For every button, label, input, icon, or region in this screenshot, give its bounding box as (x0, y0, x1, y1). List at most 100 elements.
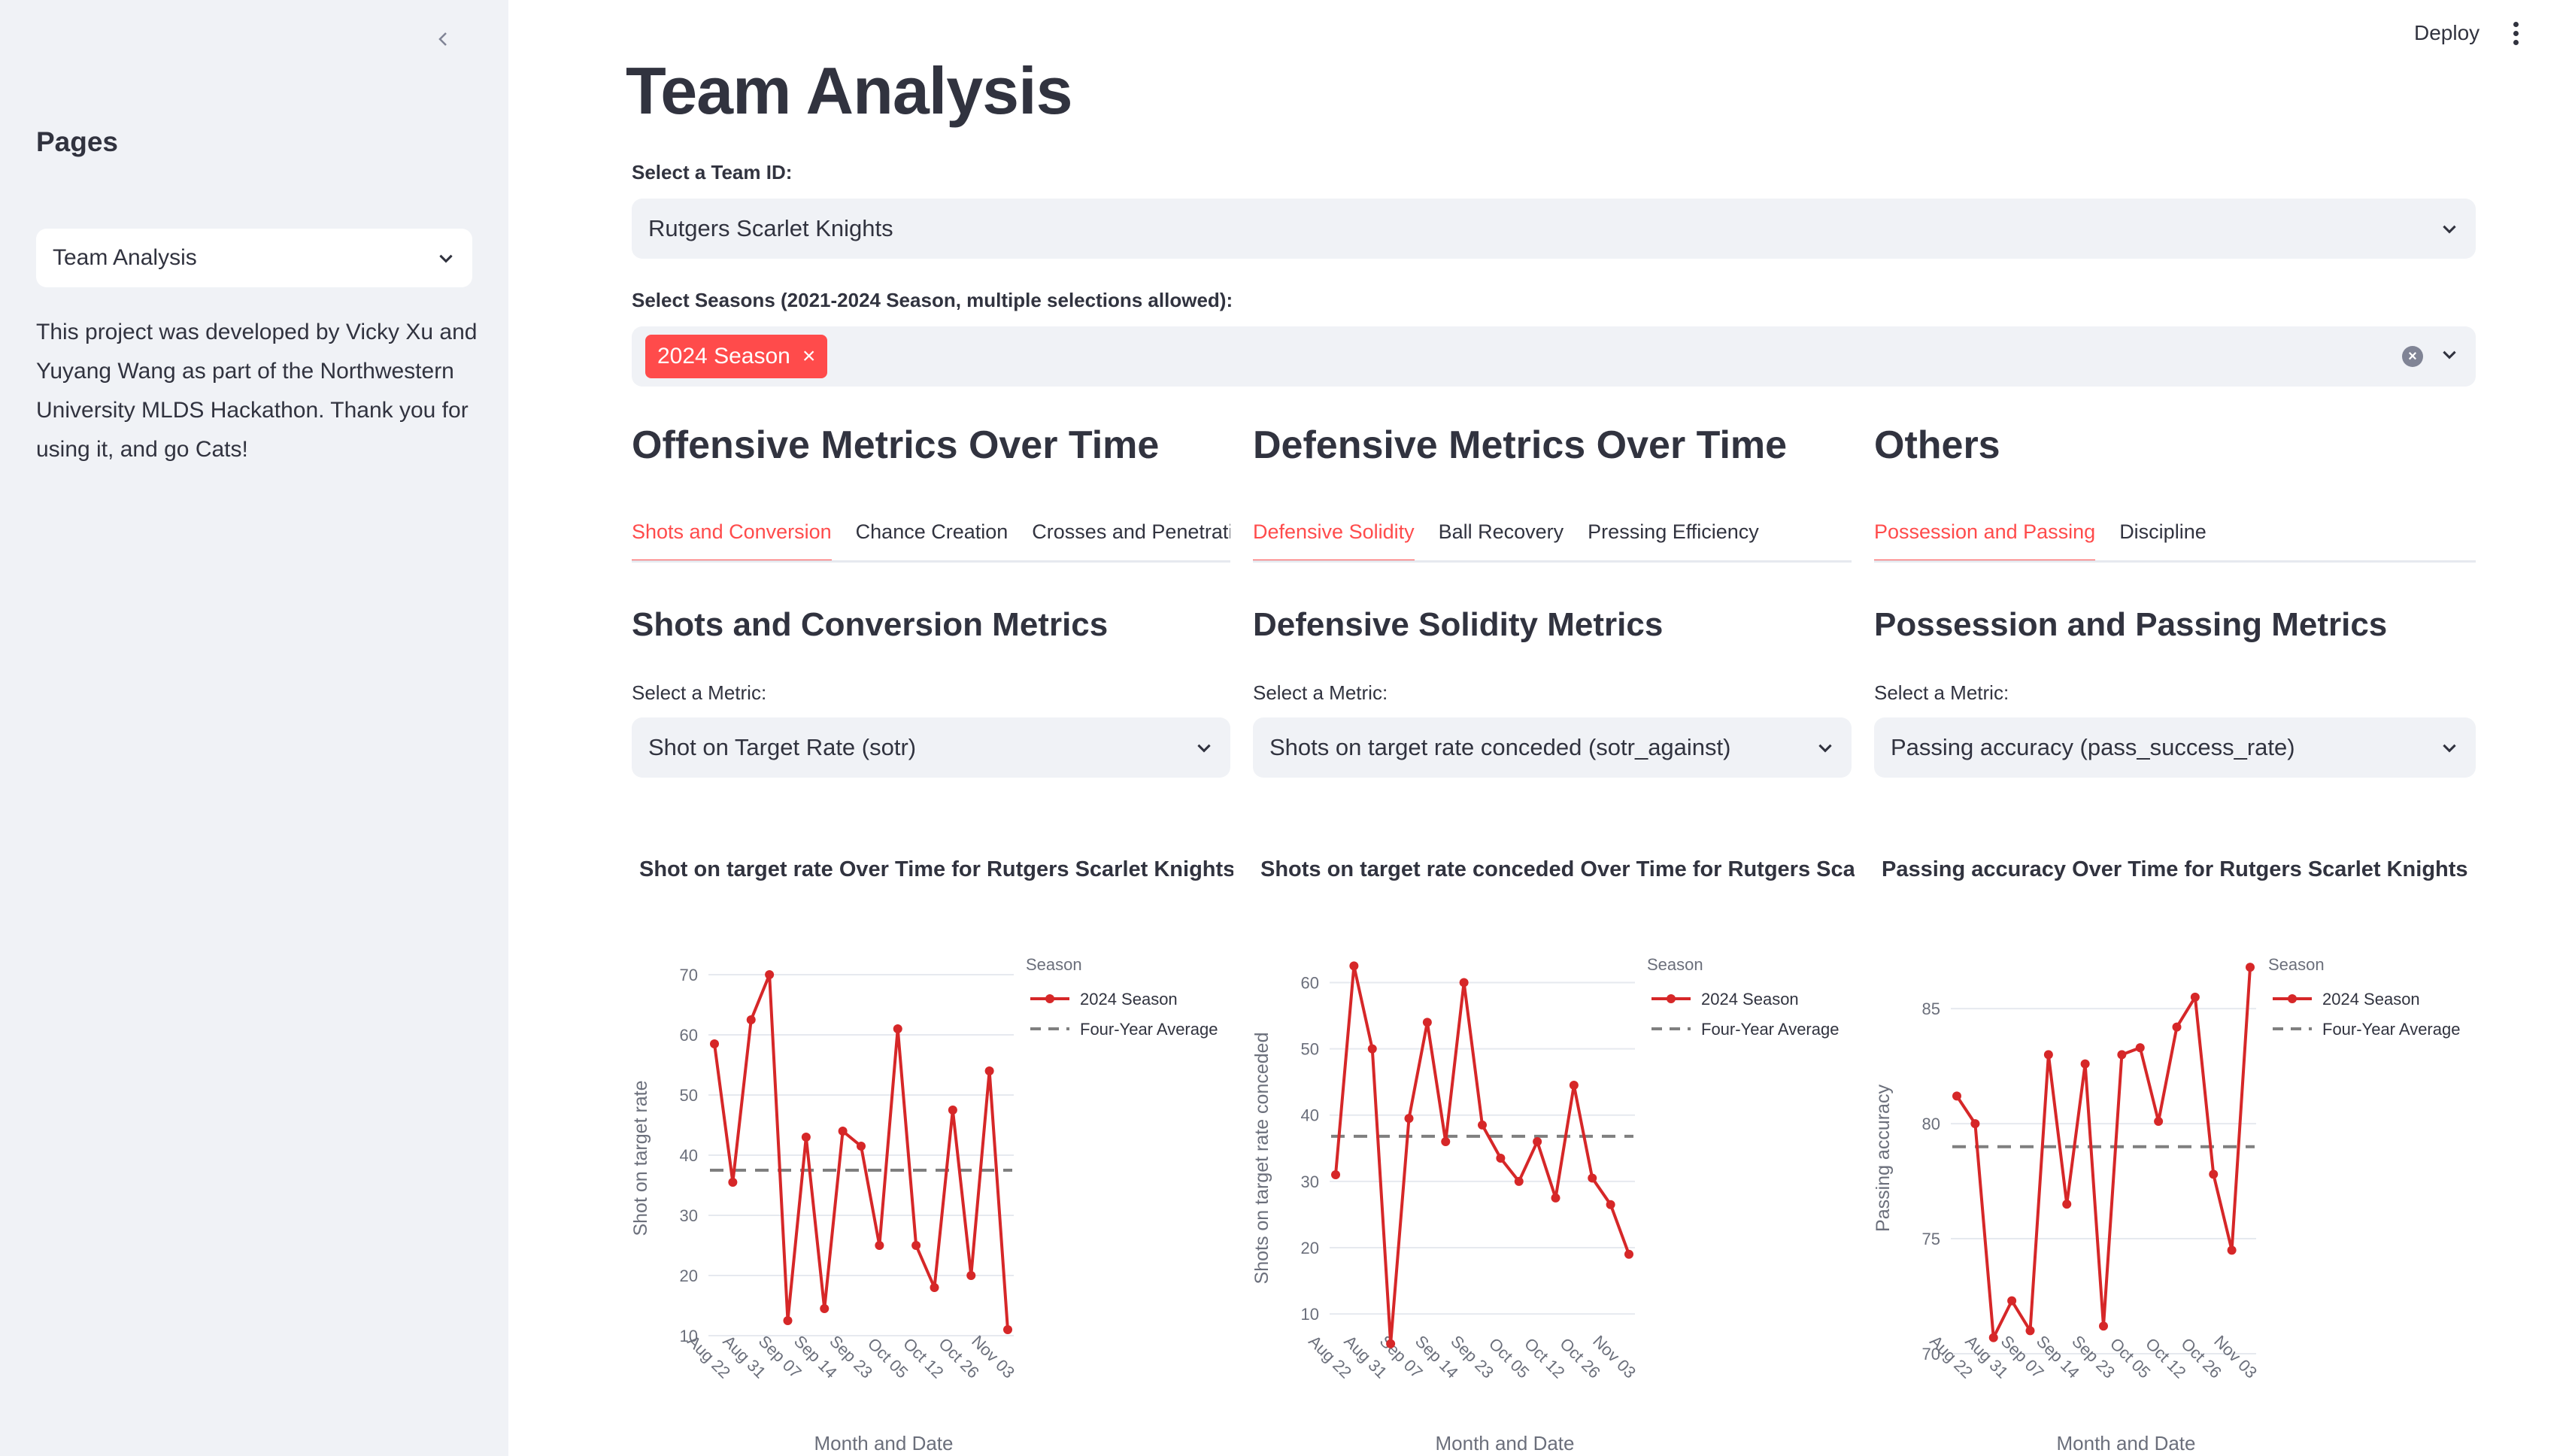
data-point (2062, 1200, 2072, 1209)
data-point (1551, 1193, 1560, 1203)
team-select-value: Rutgers Scarlet Knights (648, 215, 893, 241)
tab-ball-recovery[interactable]: Ball Recovery (1439, 502, 1564, 560)
data-point (783, 1316, 793, 1325)
chevron-left-icon (435, 30, 453, 52)
page-select[interactable]: Team Analysis (36, 229, 472, 287)
data-point (801, 1133, 811, 1142)
legend-title: Season (1647, 955, 1703, 974)
data-point (1588, 1173, 1597, 1183)
chart-title: Shot on target rate Over Time for Rutger… (639, 857, 1233, 881)
data-point (1606, 1200, 1615, 1209)
collapse-sidebar-button[interactable] (427, 24, 460, 57)
y-tick-label: 70 (680, 966, 698, 984)
offensive-metric-value: Shot on Target Rate (sotr) (648, 734, 917, 760)
data-point (2043, 1050, 2053, 1060)
others-subtitle: Possession and Passing Metrics (1874, 606, 2388, 643)
data-point (1624, 1249, 1633, 1259)
data-point (2135, 1043, 2145, 1053)
data-point (2025, 1326, 2035, 1336)
data-point (1349, 961, 1359, 971)
data-point (857, 1142, 866, 1151)
y-tick-label: 30 (680, 1206, 698, 1225)
tag-close-icon[interactable]: × (802, 344, 816, 369)
data-point (1533, 1136, 1542, 1146)
tab-shots-conversion[interactable]: Shots and Conversion (632, 502, 832, 560)
y-tick-label: 85 (1922, 999, 1940, 1018)
chart-title: Shots on target rate conceded Over Time … (1260, 857, 1855, 881)
defensive-chart: 10 20 30 40 50 60 Shots on target rate concede… (1251, 955, 1839, 1454)
others-metric-select[interactable]: Passing accuracy (pass_success_rate) (1874, 717, 2476, 778)
tab-possession-passing[interactable]: Possession and Passing (1874, 502, 2096, 560)
tab-chance-creation[interactable]: Chance Creation (856, 502, 1008, 560)
tab-defensive-solidity[interactable]: Defensive Solidity (1253, 502, 1415, 560)
defensive-metric-select[interactable]: Shots on target rate conceded (sotr_agai… (1253, 717, 1852, 778)
others-metric-value: Passing accuracy (pass_success_rate) (1891, 734, 2295, 760)
chevron-down-icon (1194, 738, 1214, 757)
y-axis-label: Shots on target rate conceded (1251, 1033, 1272, 1285)
legend-average-label: Four-Year Average (1701, 1020, 1839, 1039)
season-multiselect[interactable]: 2024 Season × × (632, 326, 2476, 387)
chevron-down-icon (1815, 738, 1835, 757)
x-axis-label: Month and Date (2056, 1432, 2195, 1454)
data-point (1331, 1170, 1340, 1180)
data-point (1970, 1119, 1980, 1129)
clear-selection-icon[interactable]: × (2402, 346, 2423, 367)
data-point (820, 1304, 830, 1313)
legend-series-marker (1667, 994, 1676, 1003)
data-point (2209, 1169, 2219, 1179)
data-point (875, 1241, 884, 1250)
data-point (1988, 1333, 1998, 1342)
offensive-metric-select[interactable]: Shot on Target Rate (sotr) (632, 717, 1230, 778)
y-tick-label: 10 (1301, 1305, 1319, 1324)
y-tick-label: 20 (1301, 1239, 1319, 1257)
data-point (1386, 1339, 1396, 1348)
season-tag-label: 2024 Season (657, 344, 790, 369)
offensive-tabs: Shots and Conversion Chance Creation Cro… (632, 502, 1230, 563)
offensive-chart: 10203040506070Shot on target rateAug 22A… (630, 955, 1218, 1454)
y-axis-label: Passing accuracy (1873, 1084, 1894, 1232)
legend-average-label: Four-Year Average (1080, 1020, 1218, 1039)
team-select-label: Select a Team ID: (632, 161, 793, 184)
data-point (2172, 1022, 2182, 1032)
data-point (1441, 1136, 1451, 1146)
team-select[interactable]: Rutgers Scarlet Knights (632, 199, 2476, 259)
data-point (1514, 1176, 1524, 1186)
page-select-value: Team Analysis (53, 245, 197, 270)
tab-crosses-penetration[interactable]: Crosses and Penetration (1032, 502, 1230, 560)
data-point (966, 1271, 976, 1280)
tab-pressing-efficiency[interactable]: Pressing Efficiency (1588, 502, 1759, 560)
season-select-label: Select Seasons (2021-2024 Season, multip… (632, 289, 1233, 311)
page-title: Team Analysis (626, 53, 1073, 128)
y-tick-label: 50 (680, 1086, 698, 1105)
defensive-subtitle: Defensive Solidity Metrics (1253, 606, 1664, 643)
y-tick-label: 50 (1301, 1040, 1319, 1059)
chevron-down-icon (2440, 738, 2459, 757)
offensive-section-title: Offensive Metrics Over Time (632, 423, 1160, 467)
y-tick-label: 20 (680, 1266, 698, 1285)
data-point (2080, 1059, 2090, 1069)
y-tick-label: 40 (680, 1146, 698, 1165)
others-chart: 70758085Passing accuracyAug 22Aug 31Sep … (1873, 955, 2460, 1454)
data-point (765, 970, 775, 979)
main-menu-icon[interactable] (2504, 18, 2527, 48)
data-point (1003, 1325, 1012, 1334)
offensive-metric-label: Select a Metric: (632, 681, 767, 704)
data-point (2007, 1296, 2017, 1306)
data-point (1952, 1091, 1961, 1101)
y-tick-label: 60 (1301, 973, 1319, 992)
series-line (1955, 966, 2252, 1339)
sidebar-title: Pages (36, 126, 119, 157)
data-point (2154, 1117, 2164, 1127)
data-point (746, 1015, 756, 1024)
data-point (2246, 963, 2255, 972)
defensive-metric-value: Shots on target rate conceded (sotr_agai… (1269, 734, 1731, 760)
data-point (1367, 1044, 1377, 1054)
data-point (2227, 1245, 2237, 1255)
tab-discipline[interactable]: Discipline (2119, 502, 2207, 560)
data-point (728, 1178, 738, 1187)
x-tick-label: Oct 12 (1521, 1334, 1569, 1382)
legend-average-label: Four-Year Average (2322, 1020, 2460, 1039)
data-point (948, 1106, 957, 1115)
legend-series-marker (1045, 994, 1054, 1003)
deploy-button[interactable]: Deploy (2414, 21, 2479, 45)
